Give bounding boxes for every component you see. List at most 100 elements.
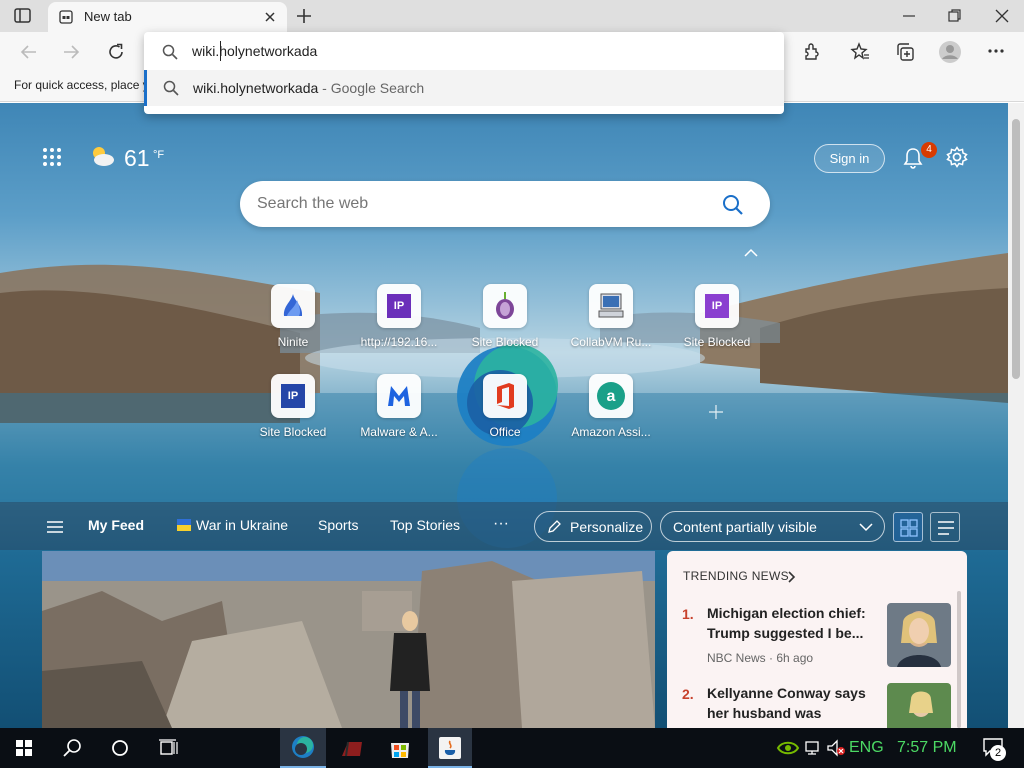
refresh-icon[interactable] xyxy=(106,42,126,62)
restore-icon[interactable] xyxy=(948,9,962,23)
minimize-icon[interactable] xyxy=(902,10,916,22)
grid-view-icon xyxy=(900,519,918,537)
trending-item-number: 2. xyxy=(682,686,694,702)
quick-link-tile[interactable]: a Amazon Assi... xyxy=(565,374,657,454)
task-view-icon[interactable] xyxy=(146,728,190,768)
search-suggestion[interactable]: wiki.holynetworkada - Google Search xyxy=(144,70,784,106)
microsoft-store-icon[interactable] xyxy=(378,728,422,768)
weather-temperature[interactable]: 61 xyxy=(124,145,150,172)
collections-icon[interactable] xyxy=(895,42,915,62)
favorites-icon[interactable] xyxy=(850,42,870,62)
text-cursor xyxy=(220,41,221,61)
search-icon xyxy=(162,44,178,60)
amazon-assistant-icon: a xyxy=(589,374,633,418)
collapse-chevron-up-icon[interactable] xyxy=(744,248,758,258)
add-quick-link-button[interactable] xyxy=(708,404,724,420)
action-center-badge: 2 xyxy=(990,745,1006,761)
taskbar-app-icon[interactable] xyxy=(330,728,374,768)
quick-link-tile[interactable]: Malware & A... xyxy=(353,374,445,454)
tab-actions-icon[interactable] xyxy=(14,8,32,24)
feed-more-button[interactable]: ··· xyxy=(493,515,509,533)
taskbar-search-icon[interactable] xyxy=(50,728,94,768)
quick-link-tile[interactable]: CollabVM Ru... xyxy=(565,284,657,364)
content-visibility-dropdown[interactable]: Content partially visible xyxy=(660,511,885,542)
ip-icon: IP xyxy=(271,374,315,418)
personalize-button[interactable]: Personalize xyxy=(534,511,652,542)
quick-link-tile[interactable]: IP Site Blocked xyxy=(671,284,763,364)
forward-icon[interactable] xyxy=(62,43,80,61)
trending-item[interactable]: 1. Michigan election chief: Trump sugges… xyxy=(667,601,967,671)
quick-link-tile[interactable]: IP Site Blocked xyxy=(247,374,339,454)
quick-link-tile[interactable]: Ninite xyxy=(247,284,339,364)
chevron-down-icon xyxy=(859,522,873,532)
chevron-right-icon[interactable] xyxy=(788,571,796,583)
address-input[interactable]: wiki.holynetworkada xyxy=(192,43,317,59)
news-photo[interactable] xyxy=(42,551,655,728)
scrollbar-thumb[interactable] xyxy=(1012,119,1020,379)
trending-scrollbar[interactable] xyxy=(957,591,961,728)
start-button[interactable] xyxy=(2,728,46,768)
tor-icon xyxy=(483,284,527,328)
content-visibility-value: Content partially visible xyxy=(673,519,817,535)
notification-count-badge: 4 xyxy=(921,142,937,158)
svg-text:a: a xyxy=(607,388,616,405)
trending-item[interactable]: 2. Kellyanne Conway says her husband was… xyxy=(667,681,967,728)
feed-link-war-in-ukraine[interactable]: War in Ukraine xyxy=(196,517,288,533)
apps-launcher-icon[interactable] xyxy=(42,147,62,167)
trending-item-headline: Kellyanne Conway says her husband was 'c… xyxy=(707,685,866,728)
quick-link-label: Site Blocked xyxy=(471,335,539,349)
cortana-icon[interactable] xyxy=(98,728,142,768)
quick-link-label: http://192.16... xyxy=(360,335,438,349)
trending-news-title[interactable]: TRENDING NEWS xyxy=(683,569,789,583)
quick-link-label: Ninite xyxy=(277,335,309,349)
quick-link-label: Office xyxy=(489,425,521,439)
quick-link-tile[interactable]: Site Blocked xyxy=(459,284,551,364)
favorites-bar-hint: For quick access, place y xyxy=(14,78,144,92)
page-settings-gear-icon[interactable] xyxy=(946,146,968,168)
new-tab-button[interactable] xyxy=(296,8,312,24)
ip-badge: IP xyxy=(387,294,411,318)
settings-more-icon[interactable] xyxy=(987,48,1005,54)
close-tab-icon[interactable] xyxy=(264,11,276,23)
partly-cloudy-icon[interactable] xyxy=(89,144,115,168)
trending-item-number: 1. xyxy=(682,606,694,622)
quick-link-label: Malware & A... xyxy=(360,425,438,439)
notifications-bell-icon[interactable] xyxy=(903,147,923,169)
suggestion-query: wiki.holynetworkada xyxy=(193,80,319,96)
feed-link-my-feed[interactable]: My Feed xyxy=(88,517,144,533)
clock[interactable]: 7:57 PM xyxy=(897,739,957,757)
search-icon[interactable] xyxy=(722,194,744,216)
taskbar-edge-app[interactable] xyxy=(280,728,326,768)
page-scrollbar[interactable] xyxy=(1008,103,1024,728)
feed-link-sports[interactable]: Sports xyxy=(318,517,358,533)
trending-item-headline: Michigan election chief: Trump suggested… xyxy=(707,605,866,641)
feed-menu-icon[interactable] xyxy=(46,520,64,534)
close-window-icon[interactable] xyxy=(995,9,1009,23)
language-indicator[interactable]: ENG xyxy=(849,739,884,757)
profile-avatar[interactable] xyxy=(938,40,962,64)
volume-muted-icon[interactable] xyxy=(826,739,846,757)
feed-link-top-stories[interactable]: Top Stories xyxy=(390,517,460,533)
trending-news-panel: TRENDING NEWS 1. Michigan election chief… xyxy=(667,551,967,728)
quick-link-label: CollabVM Ru... xyxy=(570,335,652,349)
ip-icon: IP xyxy=(695,284,739,328)
quick-link-label: Site Blocked xyxy=(683,335,751,349)
grid-view-button[interactable] xyxy=(893,512,923,542)
malwarebytes-icon xyxy=(377,374,421,418)
list-view-button[interactable] xyxy=(930,512,960,542)
tab-new-tab[interactable]: New tab xyxy=(48,2,287,32)
quick-link-tile[interactable]: Office xyxy=(459,374,551,454)
quick-link-label: Site Blocked xyxy=(259,425,327,439)
weather-unit: °F xyxy=(153,149,165,161)
network-icon[interactable] xyxy=(804,740,822,756)
new-tab-icon xyxy=(59,10,73,24)
nvidia-tray-icon[interactable] xyxy=(776,738,800,758)
sign-in-button[interactable]: Sign in xyxy=(814,144,885,173)
computer-icon xyxy=(589,284,633,328)
taskbar-java-app[interactable] xyxy=(428,728,472,768)
extensions-icon[interactable] xyxy=(802,42,822,62)
web-search-box[interactable]: Search the web xyxy=(240,181,770,227)
quick-link-tile[interactable]: IP http://192.16... xyxy=(353,284,445,364)
back-icon[interactable] xyxy=(20,43,38,61)
search-placeholder: Search the web xyxy=(257,195,369,212)
